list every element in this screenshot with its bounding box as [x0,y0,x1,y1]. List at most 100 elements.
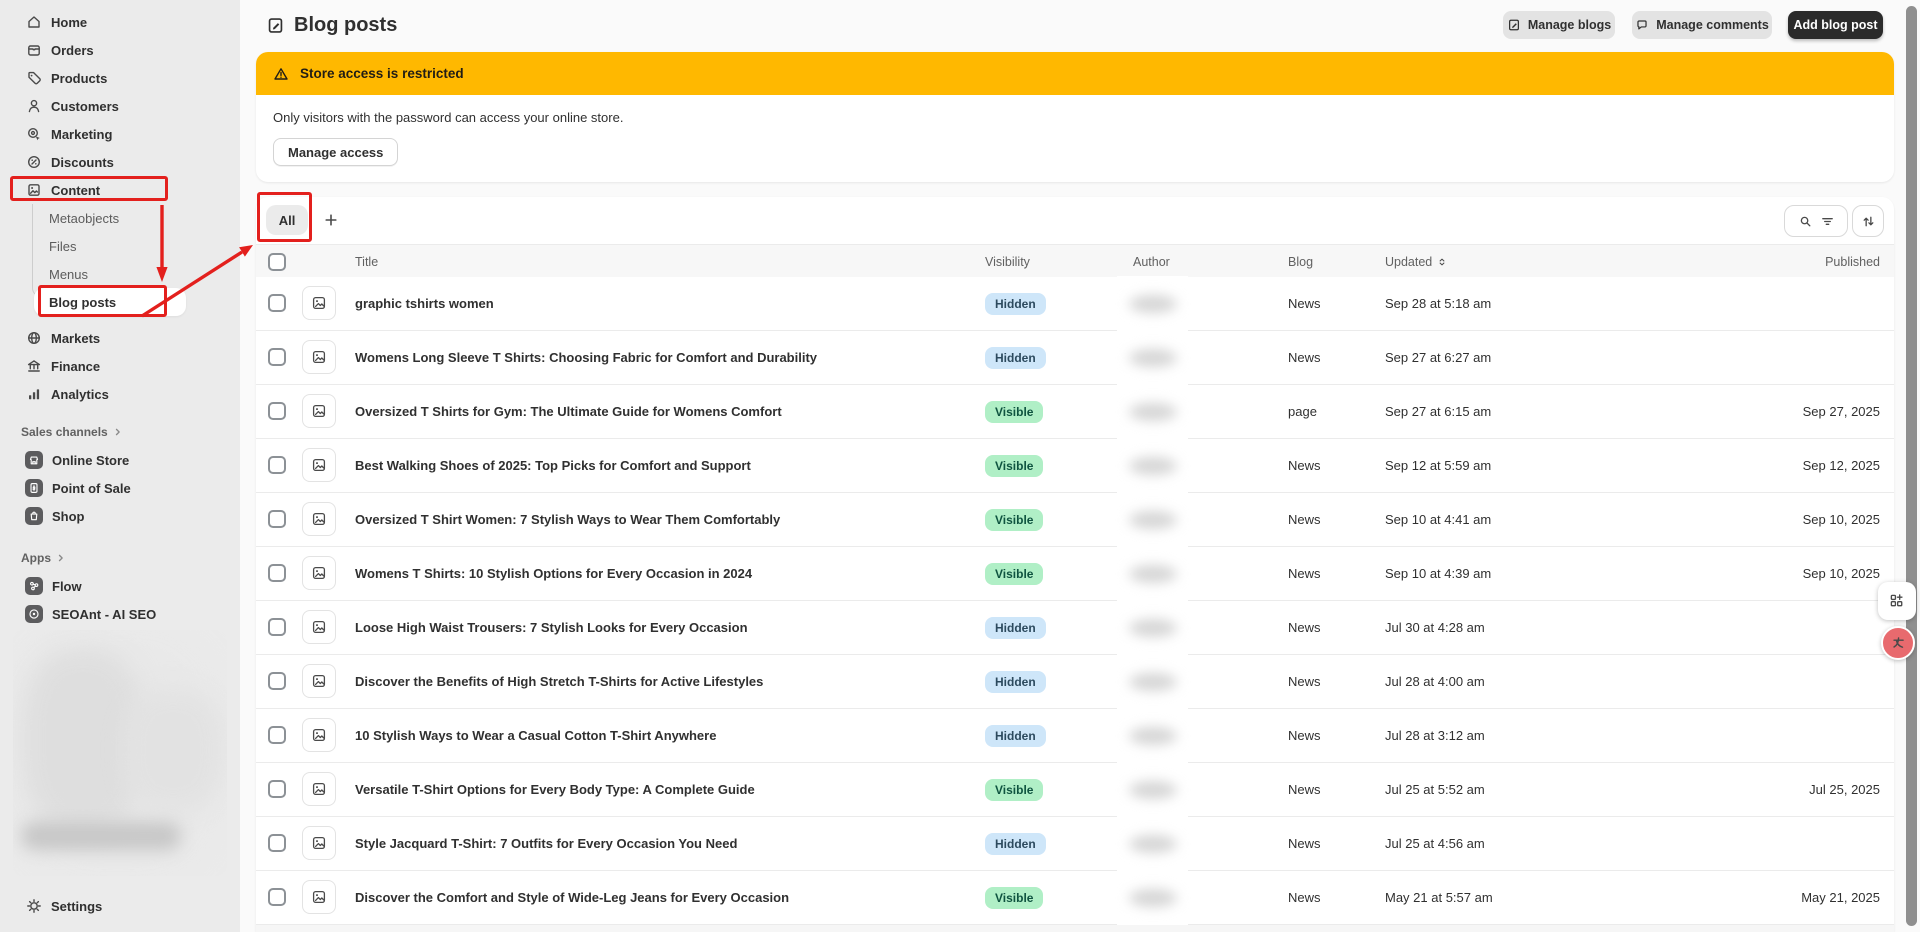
sidebar-nav-label: Marketing [51,127,112,142]
sidebar-nav-item[interactable]: Discounts [0,148,240,176]
blog-post-row[interactable]: Versatile T-Shirt Options for Every Body… [256,763,1894,817]
sidebar-settings-item[interactable]: Settings [0,892,240,920]
row-checkbox[interactable] [268,834,286,852]
image-placeholder-icon [311,835,327,851]
updated-date: May 21 at 5:57 am [1385,871,1493,924]
column-header-title[interactable]: Title [355,245,378,278]
blog-name: News [1288,709,1321,762]
sidebar-app-item[interactable]: SEOAnt - AI SEO [0,600,240,628]
blog-post-row[interactable]: Discover the Benefits of High Stretch T-… [256,655,1894,709]
chevron-right-icon [55,552,67,564]
blog-name: News [1288,331,1321,384]
row-checkbox[interactable] [268,456,286,474]
apps-widget-button[interactable] [1878,582,1916,620]
partial-row[interactable]: Visible [256,925,1894,932]
sales-channels-label: Sales channels [21,425,108,439]
blog-edit-icon [1507,18,1521,32]
manage-comments-button[interactable]: Manage comments [1632,11,1772,39]
column-header-visibility[interactable]: Visibility [985,245,1030,278]
updated-date: Sep 28 at 5:18 am [1385,277,1491,330]
translate-widget-button[interactable] [1881,626,1915,660]
sidebar-subitem-label: Menus [49,267,88,282]
sidebar-nav-item[interactable]: Products [0,64,240,92]
apps-section[interactable]: Apps [0,546,240,570]
store-icon [25,451,43,469]
sidebar-nav-item[interactable]: Marketing [0,120,240,148]
blog-post-row[interactable]: Womens Long Sleeve T Shirts: Choosing Fa… [256,331,1894,385]
row-checkbox[interactable] [268,510,286,528]
author-cell [1117,654,1188,709]
row-checkbox[interactable] [268,294,286,312]
blog-post-row[interactable]: Style Jacquard T-Shirt: 7 Outfits for Ev… [256,817,1894,871]
visibility-badge: Hidden [985,833,1046,855]
updated-date: Sep 10 at 4:41 am [1385,493,1491,546]
blog-post-row[interactable]: Oversized T Shirt Women: 7 Stylish Ways … [256,493,1894,547]
column-header-published[interactable]: Published [1825,245,1880,278]
blog-post-row[interactable]: graphic tshirts women Hidden News Sep 28… [256,277,1894,331]
sort-carets-icon [1436,256,1448,268]
visibility-badge: Visible [985,779,1043,801]
sort-button[interactable] [1852,205,1884,237]
column-header-blog[interactable]: Blog [1288,245,1313,278]
author-redacted-blur [1129,673,1177,691]
sidebar-nav-item[interactable]: Customers [0,92,240,120]
add-blog-post-button[interactable]: Add blog post [1788,11,1883,39]
image-placeholder-icon [311,511,327,527]
add-view-button[interactable] [316,205,346,235]
updated-date: Jul 28 at 4:00 am [1385,655,1485,708]
row-checkbox[interactable] [268,618,286,636]
sidebar-channel-item[interactable]: Online Store [0,446,240,474]
author-redacted-blur [1129,835,1177,853]
sidebar-channel-item[interactable]: Point of Sale [0,474,240,502]
apps-label: Apps [21,551,51,565]
post-title: Discover the Comfort and Style of Wide-L… [355,871,789,924]
column-header-author[interactable]: Author [1133,245,1170,278]
row-checkbox[interactable] [268,888,286,906]
row-checkbox[interactable] [268,564,286,582]
search-filter-button[interactable] [1784,205,1848,237]
visibility-badge: Hidden [985,725,1046,747]
row-checkbox[interactable] [268,348,286,366]
sidebar-nav-item[interactable]: Analytics [0,380,240,408]
table-header: Title Visibility Author Blog Updated Pub… [256,244,1894,279]
discounts-icon [26,154,42,170]
image-placeholder-icon [311,673,327,689]
orders-icon [26,42,42,58]
sidebar-nav-item[interactable]: Home [0,8,240,36]
blog-post-row[interactable]: Oversized T Shirts for Gym: The Ultimate… [256,385,1894,439]
row-checkbox[interactable] [268,402,286,420]
manage-access-button[interactable]: Manage access [273,138,398,166]
sidebar-nav-item[interactable]: Markets [0,324,240,352]
blog-post-row[interactable]: Loose High Waist Trousers: 7 Stylish Loo… [256,601,1894,655]
author-cell [1117,492,1188,547]
select-all-checkbox[interactable] [268,253,286,271]
updated-date: Sep 12 at 5:59 am [1385,439,1491,492]
sidebar-app-item[interactable]: Flow [0,572,240,600]
sidebar-subitem[interactable]: Metaobjects [0,204,240,232]
sidebar-channel-label: Shop [52,509,85,524]
row-checkbox[interactable] [268,726,286,744]
post-thumbnail [302,394,336,428]
chevron-right-icon [112,426,124,438]
manage-blogs-button[interactable]: Manage blogs [1503,11,1615,39]
blog-post-row[interactable]: 10 Stylish Ways to Wear a Casual Cotton … [256,709,1894,763]
blog-post-row[interactable]: Best Walking Shoes of 2025: Top Picks fo… [256,439,1894,493]
column-header-updated[interactable]: Updated [1385,245,1448,278]
image-placeholder-icon [311,781,327,797]
updated-date: Jul 30 at 4:28 am [1385,601,1485,654]
sidebar-nav-label: Orders [51,43,94,58]
sales-channels-section[interactable]: Sales channels [0,420,240,444]
sidebar-channel-item[interactable]: Shop [0,502,240,530]
page-title-text: Blog posts [294,14,397,37]
vertical-scrollbar[interactable] [1906,6,1917,926]
sidebar-nav-item[interactable]: Orders [0,36,240,64]
blog-name: News [1288,817,1321,870]
post-thumbnail [302,880,336,914]
sidebar-nav-label: Home [51,15,87,30]
sidebar-nav-item[interactable]: Finance [0,352,240,380]
row-checkbox[interactable] [268,672,286,690]
blog-post-row[interactable]: Discover the Comfort and Style of Wide-L… [256,871,1894,925]
author-cell [1117,276,1188,331]
blog-post-row[interactable]: Womens T Shirts: 10 Stylish Options for … [256,547,1894,601]
row-checkbox[interactable] [268,780,286,798]
